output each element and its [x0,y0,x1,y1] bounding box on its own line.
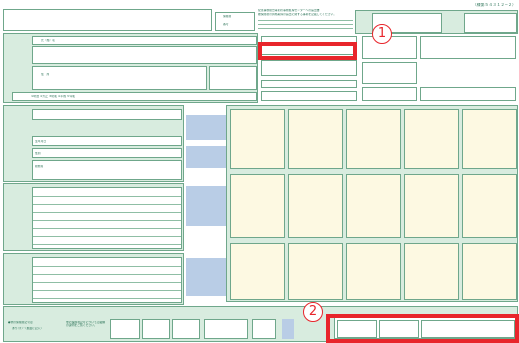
far-right-field-1[interactable] [420,36,516,59]
bottom-field-2[interactable] [142,319,170,339]
form-code: （様第５４３１２−２） [472,3,516,7]
history-table[interactable] [32,187,182,249]
address-extra[interactable] [209,66,257,90]
grid-row3-col-3[interactable] [346,243,401,300]
grid-row3-col-2[interactable] [288,243,343,300]
far-right-field-2[interactable] [420,87,516,101]
address-field[interactable]: 住 所 [32,66,207,90]
highlight-box-2 [326,314,519,343]
header-small-note-1: 配達事務組合等別の事務処理センターへの届出書 [258,9,320,12]
bottom-note-3: 他の保険者記号について記載欄の説明をご覧ください。 [66,321,106,328]
bottom-blue-block [282,319,294,339]
header-name-box[interactable] [3,9,212,31]
grid-col-1[interactable] [230,109,285,169]
address-label: 住 所 [41,73,50,76]
annotation-badge-2: 2 [303,302,323,322]
entries-grid [226,105,518,302]
name-kana-field[interactable]: 氏（姓）名 [32,36,257,45]
birthdate-label: 生年月日 [35,140,47,143]
personal-info-section: 氏（姓）名 住 所 ①明治 ②大正 ③昭和 ④平成 ⑤令和 [3,33,258,103]
bottom-field-5[interactable] [252,319,276,339]
blue-block-4 [186,258,226,296]
upper-right-field-5[interactable] [261,91,357,101]
grid-col-4[interactable] [404,109,459,169]
checkbox-label-1: 保険者 [223,15,232,18]
bottom-note-1: ●他の保険者記号は [8,321,33,324]
header-checkbox-box[interactable]: 保険者 番号 [215,12,255,31]
highlight-box-1 [258,42,357,60]
history-section [3,183,184,251]
grid-col-3[interactable] [346,109,401,169]
era-options: ①明治 ②大正 ③昭和 ④平成 ⑤令和 [31,95,76,98]
header-small-lines [258,17,353,31]
company-field[interactable]: 勤務先 [32,160,182,180]
mid-right-field-2[interactable] [362,62,417,84]
bottom-field-1[interactable] [110,319,140,339]
upper-right-field-4[interactable] [261,80,357,88]
header-small-note-2: 被保険者の資格取得の届出に関する事項を記載してください。 [258,13,337,16]
insurer-input-2[interactable] [464,13,517,33]
name-label: 氏（姓）名 [41,39,55,42]
bottom-field-3[interactable] [172,319,200,339]
blue-block-2 [186,146,226,168]
grid-col-5[interactable] [462,109,517,169]
grid-row3-col-5[interactable] [462,243,517,300]
company-label: 勤務先 [35,165,44,168]
gender-label: 性別 [35,152,41,155]
mid-right-field-3[interactable] [362,87,417,101]
grid-row2-col-2[interactable] [288,174,343,238]
qualification-header-field[interactable] [32,109,182,120]
qualification-section: 生年月日 性別 勤務先 [3,105,184,182]
grid-col-2[interactable] [288,109,343,169]
blue-block-1 [186,115,226,140]
remarks-table[interactable] [32,257,182,303]
grid-row2-col-3[interactable] [346,174,401,238]
bottom-note-2: あり(ス)・(裏面に記入) [12,327,42,330]
remarks-section [3,253,184,305]
grid-row2-col-1[interactable] [230,174,285,238]
gender-field[interactable]: 性別 [32,148,182,158]
checkbox-label-2: 番号 [223,23,229,26]
grid-row3-col-1[interactable] [230,243,285,300]
grid-row2-col-4[interactable] [404,174,459,238]
name-field[interactable] [32,46,257,64]
blue-block-3 [186,186,226,226]
bottom-field-4[interactable] [204,319,248,339]
upper-right-field-3[interactable] [261,60,357,76]
birth-era-field[interactable]: ①明治 ②大正 ③昭和 ④平成 ⑤令和 [12,92,257,101]
grid-row3-col-4[interactable] [404,243,459,300]
grid-row2-col-5[interactable] [462,174,517,238]
birthdate-field[interactable]: 生年月日 [32,136,182,146]
annotation-badge-1: 1 [372,24,392,44]
